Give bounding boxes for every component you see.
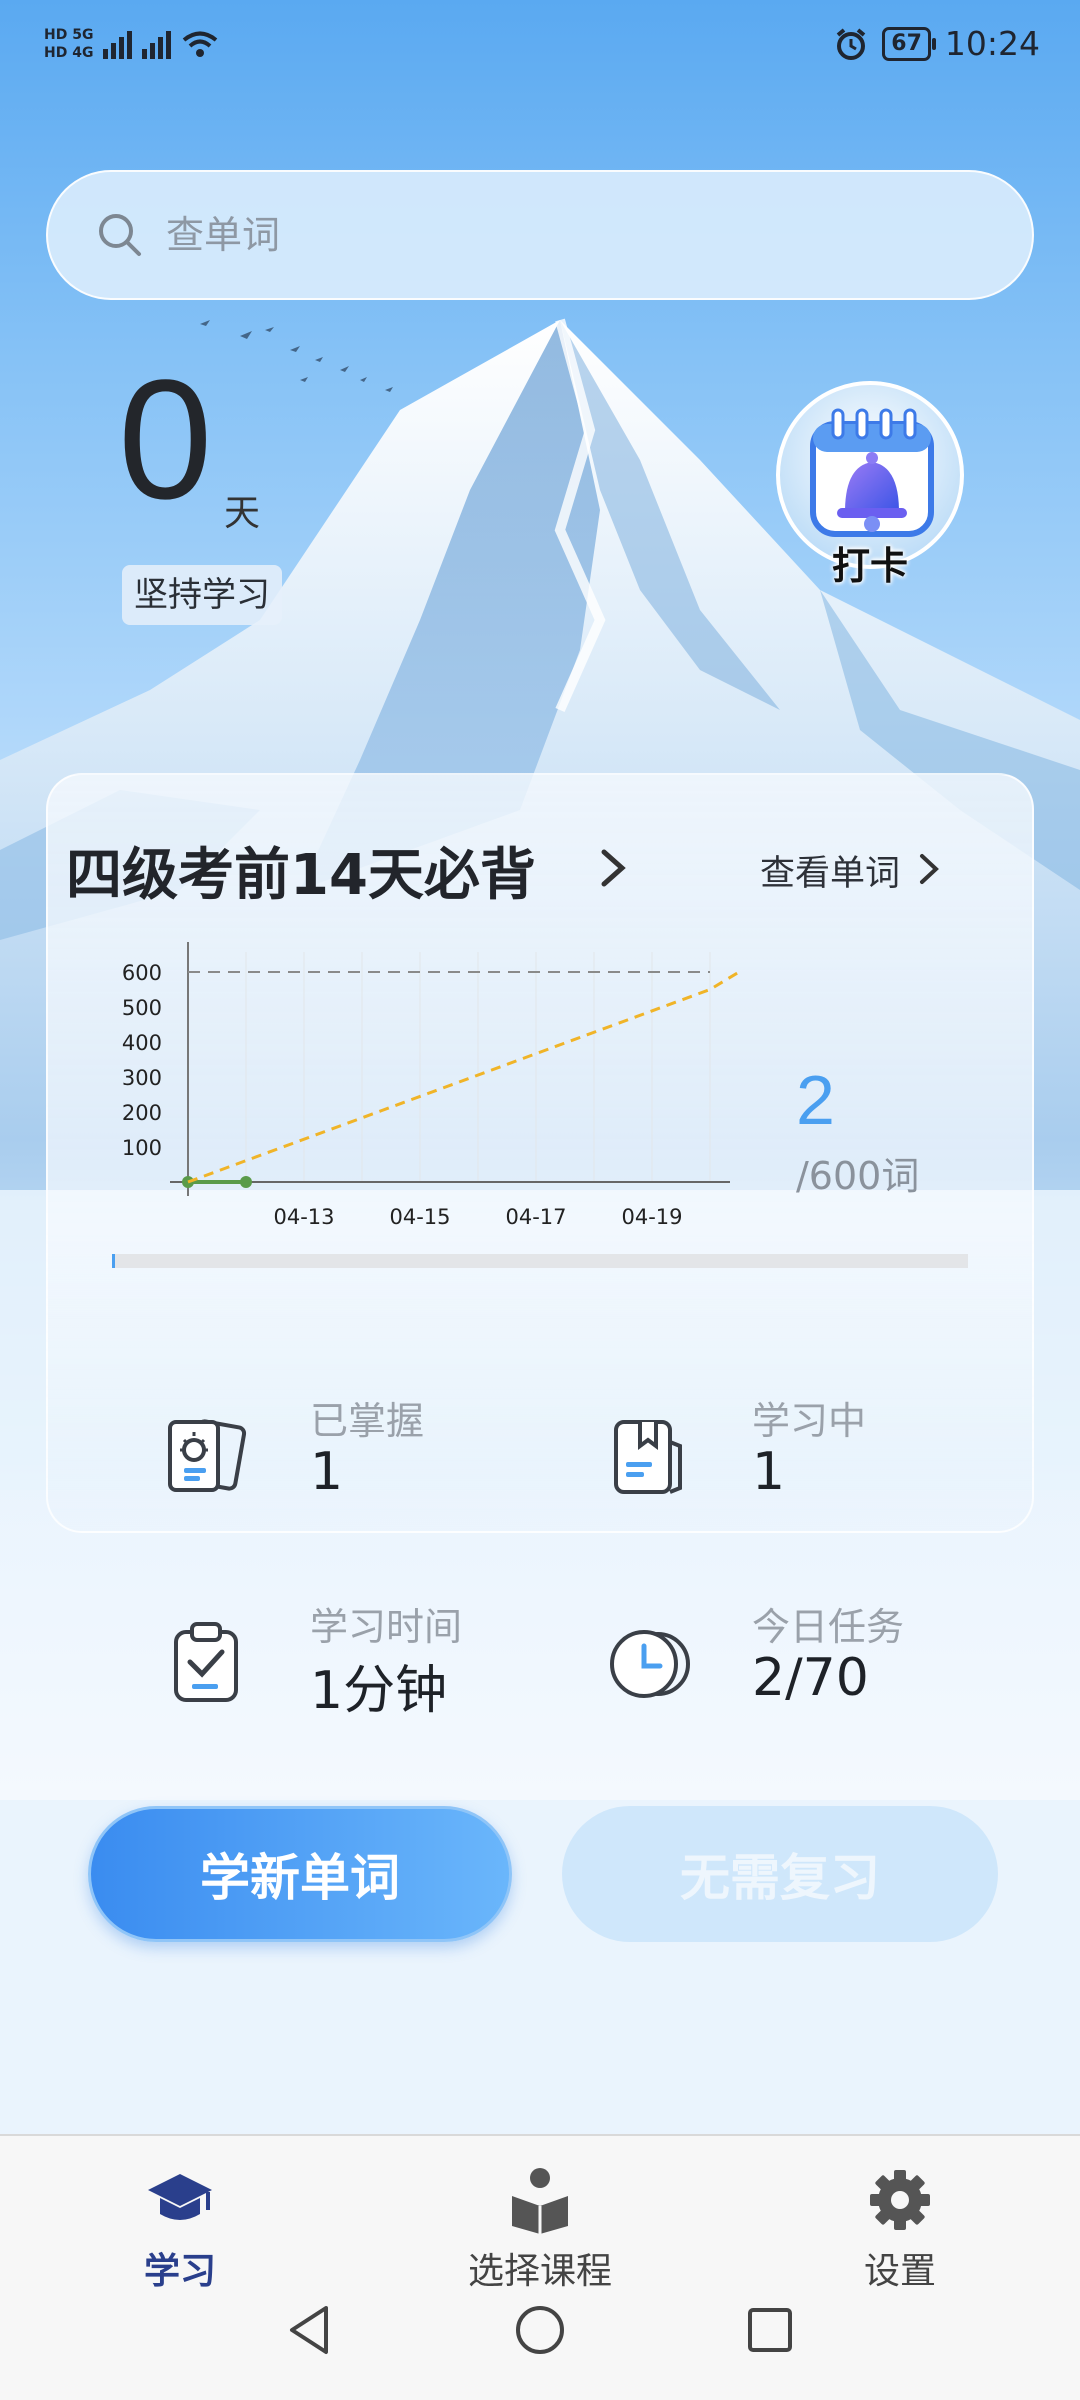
stat-value: 1 [752, 1442, 786, 1502]
course-title[interactable]: 四级考前14天必背 [66, 830, 536, 911]
nav-label: 选择课程 [467, 2251, 612, 2292]
learned-count: 2 [796, 1061, 835, 1139]
recent-apps-icon[interactable] [740, 2300, 800, 2360]
wifi-icon [183, 31, 218, 57]
stat-label: 今日任务 [752, 1605, 905, 1649]
y-tick-label: 300 [122, 1066, 162, 1090]
streak-unit: 天 [224, 493, 261, 534]
search-input[interactable] [164, 212, 968, 258]
network-label-top: HD 5G [44, 27, 94, 43]
network-label-bottom: HD 4G [44, 45, 94, 61]
status-bar: HD 5G HD 4G 67 10:24 [0, 0, 1080, 100]
nav-settings[interactable]: 设置 [790, 2166, 1010, 2292]
course-progress-fill [112, 1254, 115, 1268]
x-tick-label: 04-17 [505, 1205, 566, 1229]
chevron-right-icon-small[interactable] [918, 852, 940, 886]
course-progress-bar [112, 1254, 968, 1268]
chart-series [182, 970, 740, 1188]
nav-label: 学习 [143, 2251, 216, 2292]
nav-study[interactable]: 学习 [70, 2166, 290, 2292]
checkin-button[interactable]: 打卡 [775, 380, 965, 588]
alarm-icon [836, 27, 866, 60]
clipboard-check-icon [174, 1622, 238, 1702]
battery-icon: 67 [882, 26, 936, 61]
view-words-link[interactable]: 查看单词 [760, 845, 900, 896]
y-tick-label: 100 [122, 1136, 162, 1160]
search-bar[interactable] [46, 170, 1034, 300]
stat-today-task: 今日任务 2/70 [606, 1596, 1006, 1726]
nav-select-course[interactable]: 选择课程 [430, 2166, 650, 2292]
stat-study-time: 学习时间 1分钟 [164, 1596, 564, 1726]
x-tick-label: 04-15 [389, 1205, 450, 1229]
checkin-label: 打卡 [831, 544, 908, 588]
gear-icon [870, 2170, 930, 2230]
stat-learning: 学习中 1 [606, 1390, 1006, 1520]
clock-icon [610, 1630, 690, 1698]
signal-icon [103, 29, 133, 59]
back-icon[interactable] [280, 2300, 340, 2360]
total-count: /600词 [796, 1154, 920, 1198]
series-line [187, 970, 740, 1184]
stat-label: 学习时间 [310, 1605, 463, 1649]
chart-y-ticks: 600 500 400 300 200 100 [122, 961, 162, 1160]
app-root: HD 5G HD 4G 67 10:24 查单词 0 天 坚持学习 打卡 四级考… [0, 0, 1080, 2400]
bottom-navigation: 学习 选择课程 设置 [0, 2134, 1080, 2400]
data-point [240, 1176, 252, 1188]
y-tick-label: 400 [122, 1031, 162, 1055]
reader-book-icon [512, 2168, 568, 2234]
stat-label: 已掌握 [310, 1399, 425, 1443]
progress-chart: 600 500 400 300 200 100 04-13 04-15 04-17 04-19 [122, 942, 740, 1229]
signal-icon-2 [142, 29, 172, 59]
y-tick-label: 200 [122, 1101, 162, 1125]
chevron-right-icon[interactable] [598, 846, 628, 890]
lightbulb-cards-icon [168, 1419, 247, 1492]
y-tick-label: 500 [122, 996, 162, 1020]
graduation-cap-icon [148, 2174, 212, 2220]
nav-label: 设置 [863, 2251, 936, 2292]
no-review-button[interactable]: 无需复习 [562, 1806, 998, 1942]
network-status: HD 5G HD 4G [44, 26, 219, 62]
book-notes-icon [614, 1420, 682, 1494]
x-tick-label: 04-19 [621, 1205, 682, 1229]
x-tick-label: 04-13 [273, 1205, 334, 1229]
streak-days: 0 [118, 345, 213, 535]
stat-value: 1分钟 [310, 1661, 448, 1721]
clock-time: 10:24 [944, 24, 1040, 63]
y-tick-label: 600 [122, 961, 162, 985]
stat-value: 1 [310, 1442, 344, 1502]
home-icon[interactable] [510, 2300, 570, 2360]
stat-label: 学习中 [752, 1399, 867, 1443]
chart-x-ticks: 04-13 04-15 04-17 04-19 [273, 1205, 682, 1229]
streak-label: 坚持学习 [122, 565, 282, 625]
search-icon [99, 214, 141, 256]
learn-new-words-button[interactable]: 学新单词 [88, 1806, 512, 1942]
stat-value: 2/70 [752, 1648, 869, 1708]
stat-mastered: 已掌握 1 [164, 1390, 564, 1520]
